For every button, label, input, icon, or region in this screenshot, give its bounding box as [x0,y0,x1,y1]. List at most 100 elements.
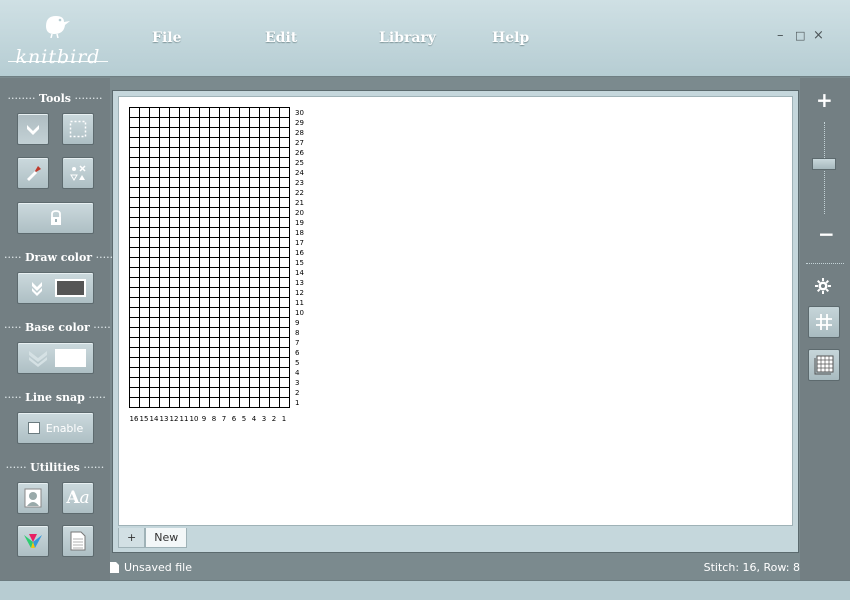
row-label: 4 [295,369,300,377]
row-label: 5 [295,359,299,367]
utilities-section-title: ······ Utilities ······ [5,461,105,474]
row-label: 20 [295,209,304,217]
knitbird-logo: knitbird [8,10,108,70]
left-toolbar: ········ Tools ········ ····· Draw color… [0,78,114,580]
stitch-label: 2 [272,415,276,423]
row-label: 22 [295,189,304,197]
color-palette-button[interactable] [17,525,49,557]
row-label: 2 [295,389,299,397]
menu-edit[interactable]: Edit [265,30,297,46]
pattern-canvas[interactable]: 30 29 28 27 26 25 24 23 22 21 20 19 18 17 16 15 14 13 12 11… [118,96,793,526]
row-label: 16 [295,249,304,257]
image-import-button[interactable] [17,482,49,514]
eyedropper-icon [27,166,41,181]
row-label: 9 [295,319,299,327]
stitch-label: 15 [140,415,149,423]
file-status: Unsaved file [110,561,192,574]
chart-grid-icon [814,355,834,375]
document-icon [70,531,86,551]
stitch-label: 9 [202,415,206,423]
row-label: 19 [295,219,304,227]
menu-help[interactable]: Help [492,30,529,46]
row-label: 24 [295,169,304,177]
settings-button[interactable] [815,278,831,298]
row-label: 10 [295,309,304,317]
logo-text: knitbird [15,46,101,68]
zoom-in-button[interactable]: + [816,88,833,112]
stitch-label: 6 [232,415,237,423]
row-label: 14 [295,269,304,277]
text-tool-button[interactable]: Aa [62,482,94,514]
document-tabs: + New [118,528,188,548]
base-color-button[interactable] [17,342,94,374]
draw-color-button[interactable] [17,272,94,304]
row-label: 27 [295,139,304,147]
select-tool-button[interactable] [62,113,94,145]
hash-icon [816,314,832,330]
stitch-icon [27,125,39,135]
stitch-label: 5 [242,415,246,423]
row-label: 6 [295,349,300,357]
row-label: 21 [295,199,304,207]
line-snap-section-title: ····· Line snap ····· [4,391,106,404]
stitch-grid[interactable]: 3029282726252423222120191817161514131211… [129,107,309,427]
gear-icon [815,278,831,294]
row-label: 29 [295,119,304,127]
selection-icon [69,120,87,138]
chart-view-button[interactable] [808,349,840,381]
symbols-icon [70,165,86,181]
maximize-button[interactable]: □ [795,29,805,42]
draw-color-section-title: ····· Draw color ····· [4,251,114,264]
row-label: 15 [295,259,304,267]
zoom-slider-handle[interactable] [812,158,836,170]
row-label: 3 [295,379,299,387]
stitch-label: 7 [222,415,226,423]
grid-lines [129,107,290,408]
right-toolbar: + − [800,78,850,580]
zoom-out-button[interactable]: − [818,222,835,246]
stitch-label: 13 [160,415,169,423]
palette-icon [24,534,42,548]
row-label: 18 [295,229,304,237]
close-button[interactable]: × [813,28,824,43]
symbols-tool-button[interactable] [62,157,94,189]
row-label: 26 [295,149,304,157]
add-tab-button[interactable]: + [118,528,146,548]
bottom-strip [0,580,850,600]
row-label: 17 [295,239,304,247]
tab-new[interactable]: New [145,528,188,548]
tools-section-title: ········ Tools ········ [7,92,103,105]
stitch-tool-button[interactable] [17,113,49,145]
lock-button[interactable] [17,202,94,234]
logo-underline [8,61,108,62]
base-color-swatch [55,349,86,367]
row-label: 13 [295,279,304,287]
status-bar: Unsaved file Stitch: 16, Row: 8 [110,556,800,578]
file-status-text: Unsaved file [124,561,193,574]
file-icon [110,562,119,573]
minimize-button[interactable]: – [777,28,784,43]
base-color-section-title: ····· Base color ····· [4,321,111,334]
title-bar: knitbird File Edit Library Help – □ × [0,0,850,77]
line-snap-checkbox[interactable] [27,422,40,434]
row-label: 30 [295,109,304,117]
lock-icon [50,210,61,225]
eyedropper-tool-button[interactable] [17,157,49,189]
stitch-label: 3 [262,415,266,423]
row-label: 11 [295,299,304,307]
menu-file[interactable]: File [152,30,181,46]
row-label: 7 [295,339,299,347]
stitch-label: 14 [150,415,159,423]
cursor-position: Stitch: 16, Row: 8 [703,561,800,574]
toggle-grid-button[interactable] [808,306,840,338]
pattern-document-button[interactable] [62,525,94,557]
right-divider [806,263,844,264]
stitch-label: 11 [180,415,189,423]
menu-library[interactable]: Library [379,30,436,46]
stitch-label: 1 [282,415,286,423]
line-snap-toggle[interactable]: Enable [17,412,94,444]
stitch-label: 16 [130,415,139,423]
bird-icon [46,16,70,38]
row-label: 12 [295,289,304,297]
double-chevron-down-icon [32,282,42,296]
